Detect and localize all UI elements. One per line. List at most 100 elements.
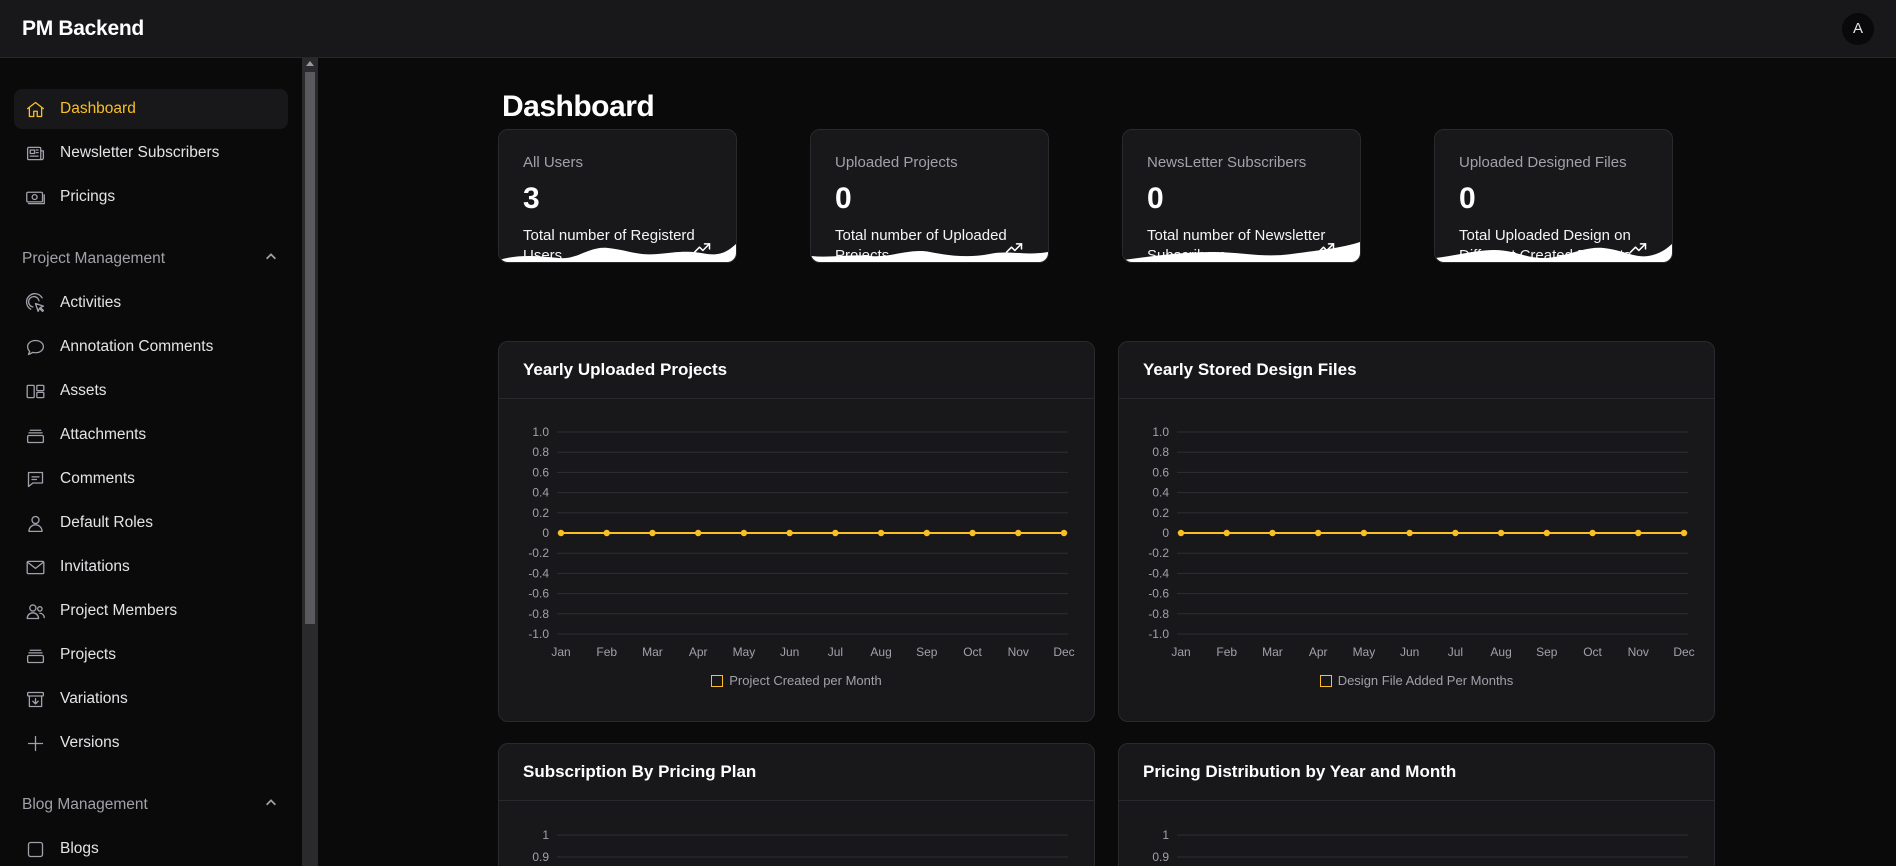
- stat-label: All Users: [523, 154, 584, 171]
- sidebar-item-attachments[interactable]: Attachments: [14, 415, 288, 455]
- sidebar-item-comments[interactable]: Comments: [14, 459, 288, 499]
- sidebar-item-project-members[interactable]: Project Members: [14, 591, 288, 631]
- sidebar-item-default-roles[interactable]: Default Roles: [14, 503, 288, 543]
- envelope-icon: [24, 556, 46, 578]
- x-tick-label: Sep: [916, 645, 938, 659]
- stat-wave-decoration: [1123, 242, 1360, 262]
- stack-icon: [24, 424, 46, 446]
- data-point: [1680, 529, 1688, 537]
- sidebar-group-project-management[interactable]: Project Management: [14, 239, 288, 279]
- legend-swatch: [711, 675, 724, 687]
- data-point: [694, 529, 702, 537]
- avatar[interactable]: A: [1842, 12, 1874, 45]
- sidebar-item-newsletter-subscribers[interactable]: Newsletter Subscribers: [14, 133, 288, 173]
- x-tick-label: Nov: [1628, 645, 1649, 659]
- y-tick-label: 0.4: [532, 486, 549, 500]
- y-tick-label: 1: [1162, 828, 1169, 842]
- data-point: [1360, 529, 1368, 537]
- sidebar-item-projects[interactable]: Projects: [14, 635, 288, 675]
- stat-wave-decoration: [1435, 244, 1672, 262]
- sidebar-item-label: Pricings: [60, 188, 116, 205]
- x-tick-label: Oct: [963, 645, 982, 659]
- x-tick-label: Jul: [1448, 645, 1463, 659]
- sidebar-item-label: Versions: [60, 734, 120, 751]
- sidebar-item-activities[interactable]: Activities: [14, 283, 288, 323]
- sidebar-item-label: Attachments: [60, 426, 147, 443]
- stat-wave-decoration: [811, 251, 1048, 262]
- banknotes-icon: [24, 186, 46, 208]
- bar-chart: 10.9: [532, 828, 1068, 864]
- chart-title: Subscription By Pricing Plan: [523, 762, 757, 781]
- stat-card-uploaded-designed-files: Uploaded Designed Files 0 Total Uploaded…: [1434, 129, 1673, 263]
- data-point: [1497, 529, 1505, 537]
- data-point: [786, 529, 793, 537]
- chart-legend[interactable]: Design File Added Per Months: [1119, 673, 1714, 688]
- x-tick-label: Mar: [1262, 645, 1283, 659]
- y-tick-label: -0.8: [1148, 607, 1169, 621]
- scroll-thumb[interactable]: [305, 72, 315, 624]
- chevron-up-icon: [264, 796, 278, 815]
- y-tick-label: -0.4: [1148, 566, 1169, 580]
- data-point: [877, 529, 885, 537]
- sidebar-item-dashboard[interactable]: Dashboard: [14, 89, 288, 129]
- data-point: [923, 529, 931, 537]
- y-tick-label: 0: [1162, 526, 1169, 540]
- x-tick-label: May: [1353, 645, 1376, 659]
- x-tick-label: Dec: [1673, 645, 1694, 659]
- data-point: [740, 529, 748, 537]
- y-tick-label: -0.8: [528, 607, 549, 621]
- data-point: [1269, 529, 1276, 537]
- sidebar-item-assets[interactable]: Assets: [14, 371, 288, 411]
- x-tick-label: Aug: [870, 645, 891, 659]
- x-tick-label: Aug: [1490, 645, 1511, 659]
- x-tick-label: Dec: [1053, 645, 1074, 659]
- y-tick-label: 0.8: [532, 445, 549, 459]
- sidebar-group-blog-management[interactable]: Blog Management: [14, 785, 288, 825]
- stat-label: NewsLetter Subscribers: [1147, 154, 1307, 171]
- sidebar-item-pricings[interactable]: Pricings: [14, 177, 288, 217]
- sidebar-item-label: Comments: [60, 470, 135, 487]
- scroll-up-arrow-icon[interactable]: [306, 61, 314, 66]
- sidebar: Dashboard Newsletter Subscribers Pricings P…: [0, 58, 302, 866]
- sidebar-item-versions[interactable]: Versions: [14, 723, 288, 763]
- stack-icon: [24, 644, 46, 666]
- top-bar: PM Backend A: [0, 0, 1896, 58]
- y-tick-label: 0.6: [532, 465, 549, 479]
- sidebar-item-invitations[interactable]: Invitations: [14, 547, 288, 587]
- main-content: Dashboard All Users 3 Total number of Re…: [318, 58, 1896, 866]
- data-point: [1015, 529, 1022, 537]
- y-tick-label: -0.2: [1148, 546, 1169, 560]
- page-title: Dashboard: [502, 90, 655, 123]
- data-point: [969, 529, 976, 537]
- sidebar-item-label: Variations: [60, 690, 128, 707]
- x-tick-label: Oct: [1583, 645, 1602, 659]
- sidebar-item-annotation-comments[interactable]: Annotation Comments: [14, 327, 288, 367]
- squares-icon: [24, 380, 46, 402]
- archive-down-icon: [24, 688, 46, 710]
- chart-title: Yearly Stored Design Files: [1143, 360, 1357, 379]
- chevron-up-icon: [264, 250, 278, 269]
- chart-legend[interactable]: Project Created per Month: [499, 673, 1094, 688]
- x-tick-label: Mar: [642, 645, 663, 659]
- sidebar-item-blogs[interactable]: Blogs: [14, 829, 288, 866]
- stat-value: 0: [835, 182, 852, 215]
- chart-panel-pricing-distribution: Pricing Distribution by Year and Month 1…: [1118, 743, 1715, 866]
- chart-panel-yearly-uploaded-projects: Yearly Uploaded Projects 1.0 0.8 0.6 0.4 0.2…: [498, 341, 1095, 722]
- cursor-click-icon: [24, 292, 46, 314]
- chart-panel-subscription-by-pricing-plan: Subscription By Pricing Plan 1 0.9: [498, 743, 1095, 866]
- sidebar-scrollbar[interactable]: [302, 58, 318, 866]
- x-tick-label: Nov: [1008, 645, 1029, 659]
- legend-label: Design File Added Per Months: [1337, 673, 1514, 688]
- sidebar-item-label: Assets: [60, 382, 107, 399]
- x-tick-label: May: [733, 645, 756, 659]
- sidebar-item-variations[interactable]: Variations: [14, 679, 288, 719]
- y-tick-label: 0.2: [532, 506, 549, 520]
- sidebar-item-label: Project Members: [60, 602, 178, 619]
- data-point: [832, 529, 839, 537]
- x-tick-label: Apr: [1309, 645, 1328, 659]
- y-tick-label: -0.4: [528, 566, 549, 580]
- user-icon: [24, 512, 46, 534]
- app-title[interactable]: PM Backend: [22, 17, 144, 41]
- stat-label: Uploaded Designed Files: [1459, 154, 1627, 171]
- stat-wave-decoration: [499, 244, 736, 262]
